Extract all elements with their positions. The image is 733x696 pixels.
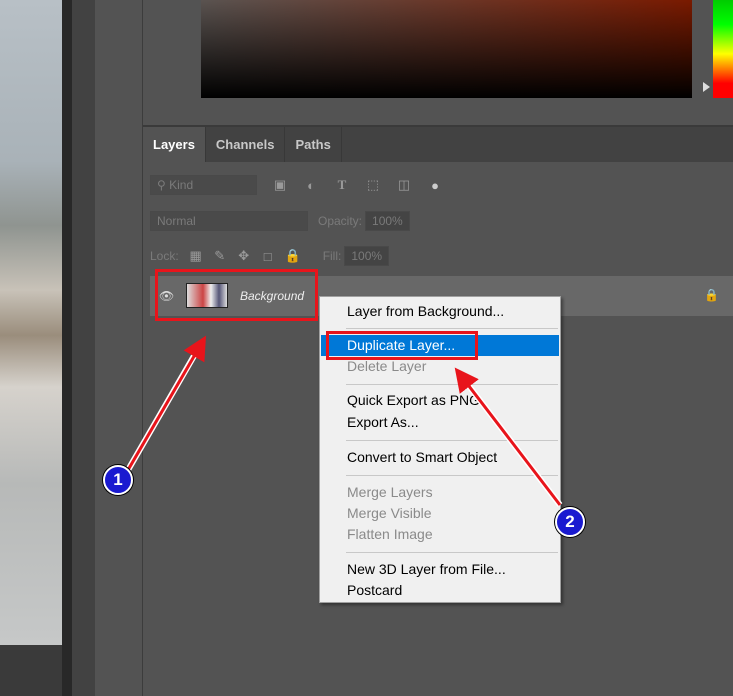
annotation-arrows [125,335,563,507]
arrow-1 [126,335,207,471]
step-badge-1: 1 [103,465,133,495]
arrow-2 [454,367,562,506]
step-badge-2: 2 [555,507,585,537]
